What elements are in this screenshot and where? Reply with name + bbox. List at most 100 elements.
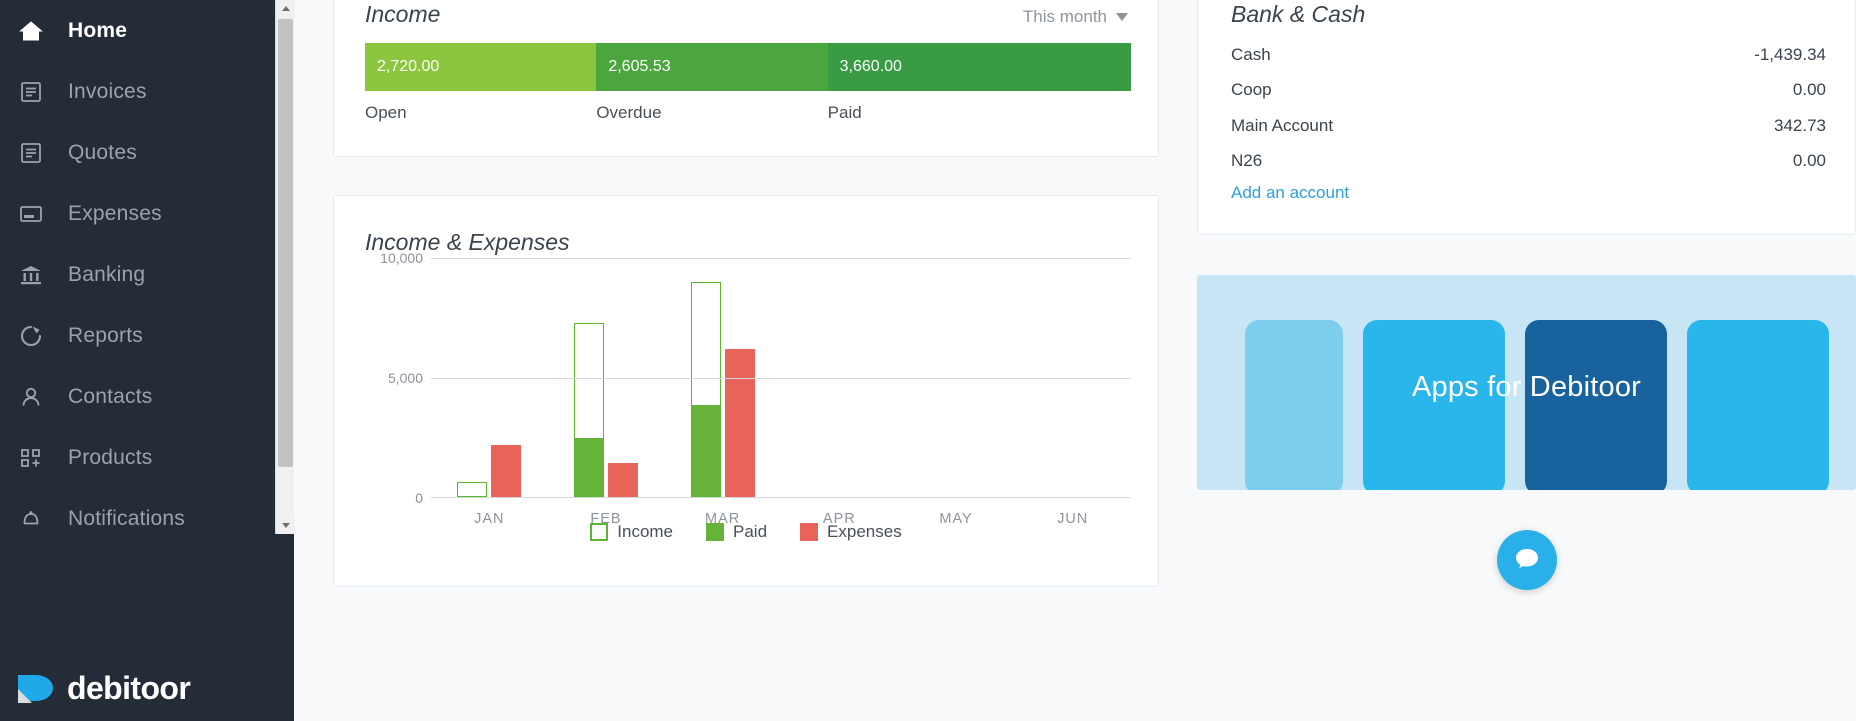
sidebar-item-label: Home [68, 18, 128, 42]
sidebar-item-label: Products [68, 445, 153, 469]
chart-baseline [431, 497, 1131, 498]
segment-label-paid: Paid [827, 103, 862, 122]
bank-and-cash-card: Bank & Cash Cash -1,439.34 Coop 0.00 Main Ac… [1197, 0, 1856, 235]
apps-for-debitoor-banner[interactable]: Apps for Debitoor [1197, 275, 1856, 490]
sidebar-item-home[interactable]: Home [0, 0, 294, 61]
segment-value: 3,660.00 [839, 58, 902, 75]
bank-account-name: Cash [1231, 44, 1271, 64]
chevron-down-icon [1116, 13, 1128, 21]
legend-label: Paid [733, 522, 768, 541]
bank-account-row[interactable]: Coop 0.00 [1231, 73, 1826, 109]
person-icon [14, 382, 48, 412]
debitoor-logo-icon [16, 669, 57, 707]
bank-account-amount: -1,439.34 [1754, 44, 1826, 64]
chart-legend: Income Paid Expenses [334, 522, 1158, 542]
chart-bar-paid-fill [575, 438, 603, 496]
income-card: Income This month 2,720.00 2,605.53 3,66… [333, 0, 1159, 157]
chart-y-tick-label: 0 [415, 490, 423, 506]
sidebar-item-banking[interactable]: Banking [0, 244, 294, 305]
segment-value: 2,605.53 [608, 58, 671, 75]
segment-label-overdue: Overdue [596, 103, 662, 122]
sidebar-item-label: Invoices [68, 79, 147, 103]
income-card-title: Income [365, 1, 441, 27]
apps-banner-text: Apps for Debitoor [1411, 371, 1642, 403]
chart-bar-income[interactable] [690, 281, 721, 497]
chart-bar-paid-fill [691, 405, 720, 496]
legend-item-expenses[interactable]: Expenses [800, 522, 902, 542]
sidebar-item-label: Notifications [68, 506, 185, 530]
scrollbar-thumb[interactable] [278, 19, 293, 467]
income-status-bar: 2,720.00 2,605.53 3,660.00 [365, 43, 1131, 91]
legend-swatch-expenses [800, 523, 819, 541]
income-bar-labels: Open Overdue Paid [365, 103, 1131, 125]
chart-bar-expenses[interactable] [491, 444, 522, 497]
chart-gridline [431, 378, 1131, 379]
income-segment-overdue[interactable]: 2,605.53 [596, 43, 828, 91]
sidebar-item-products[interactable]: Products [0, 427, 294, 488]
chart-plot-area: JAN FEB MAR APR MAY JUN 0 5,000 10,000 [365, 250, 1131, 527]
bank-account-name: Coop [1231, 80, 1272, 100]
bank-account-list: Cash -1,439.34 Coop 0.00 Main Account 342.73 N… [1231, 37, 1826, 179]
bank-account-amount: 0.00 [1792, 151, 1826, 171]
dashboard-page: Home Invoices Quotes Expenses Banking Re… [0, 0, 1856, 721]
chevron-down-icon [281, 523, 290, 528]
main-content: Income This month 2,720.00 2,605.53 3,66… [313, 0, 1856, 721]
sidebar-item-invoices[interactable]: Invoices [0, 61, 294, 122]
app-tile [1687, 320, 1829, 490]
chart-y-tick-label: 10,000 [380, 250, 423, 266]
legend-label: Expenses [827, 522, 902, 541]
chat-launcher-button[interactable] [1497, 530, 1557, 590]
brand-logo[interactable]: debitoor [16, 669, 191, 707]
sidebar-item-notifications[interactable]: Notifications [0, 488, 294, 549]
period-select-label: This month [1022, 7, 1107, 26]
chart-bar-income[interactable] [457, 481, 488, 497]
sidebar-item-quotes[interactable]: Quotes [0, 122, 294, 183]
income-expenses-chart-card: Income & Expenses JAN FEB MAR APR MAY JUN 0 5,… [333, 195, 1159, 587]
period-select[interactable]: This month [1023, 7, 1128, 27]
sidebar-item-label: Reports [68, 323, 143, 347]
home-icon [14, 16, 48, 46]
pie-chart-icon [14, 321, 48, 351]
sidebar-item-label: Banking [68, 262, 146, 286]
sidebar-item-label: Expenses [68, 201, 162, 225]
sidebar-item-label: Quotes [68, 140, 137, 164]
app-tile [1245, 320, 1343, 490]
expense-icon [14, 199, 48, 229]
chart-bar-income[interactable] [574, 323, 604, 497]
bank-account-name: Main Account [1231, 115, 1334, 135]
chart-bar-expenses[interactable] [724, 349, 755, 497]
chart-gridline [431, 258, 1131, 259]
scroll-up-button[interactable] [276, 0, 295, 17]
income-segment-paid[interactable]: 3,660.00 [827, 43, 1131, 91]
products-grid-icon [14, 443, 48, 473]
app-tile [1363, 320, 1505, 490]
sidebar-item-expenses[interactable]: Expenses [0, 183, 294, 244]
segment-value: 2,720.00 [377, 58, 440, 75]
sidebar-nav: Home Invoices Quotes Expenses Banking Re… [0, 0, 294, 549]
add-account-link[interactable]: Add an account [1231, 183, 1349, 203]
bank-account-amount: 342.73 [1774, 115, 1826, 135]
bank-account-name: N26 [1231, 151, 1263, 171]
scroll-down-button[interactable] [276, 517, 295, 534]
sidebar: Home Invoices Quotes Expenses Banking Re… [0, 0, 295, 721]
legend-item-paid[interactable]: Paid [706, 522, 767, 542]
chat-bubble-icon [1512, 543, 1542, 578]
sidebar-item-label: Contacts [68, 384, 153, 408]
legend-item-income[interactable]: Income [590, 522, 673, 542]
chart-y-tick-label: 5,000 [387, 370, 423, 386]
sidebar-item-contacts[interactable]: Contacts [0, 366, 294, 427]
bank-account-row[interactable]: Cash -1,439.34 [1231, 37, 1826, 73]
chevron-up-icon [281, 6, 290, 11]
chart-bar-expenses[interactable] [608, 462, 638, 497]
income-segment-open[interactable]: 2,720.00 [365, 43, 597, 91]
sidebar-scrollbar[interactable] [275, 0, 295, 534]
legend-swatch-paid [706, 523, 725, 541]
app-tile [1525, 320, 1667, 490]
sidebar-item-reports[interactable]: Reports [0, 305, 294, 366]
legend-label: Income [617, 522, 674, 541]
legend-swatch-income [590, 523, 609, 541]
bank-card-title: Bank & Cash [1231, 1, 1366, 27]
bank-account-row[interactable]: N26 0.00 [1231, 144, 1826, 180]
bank-account-row[interactable]: Main Account 342.73 [1231, 108, 1826, 144]
bank-account-amount: 0.00 [1792, 80, 1826, 100]
